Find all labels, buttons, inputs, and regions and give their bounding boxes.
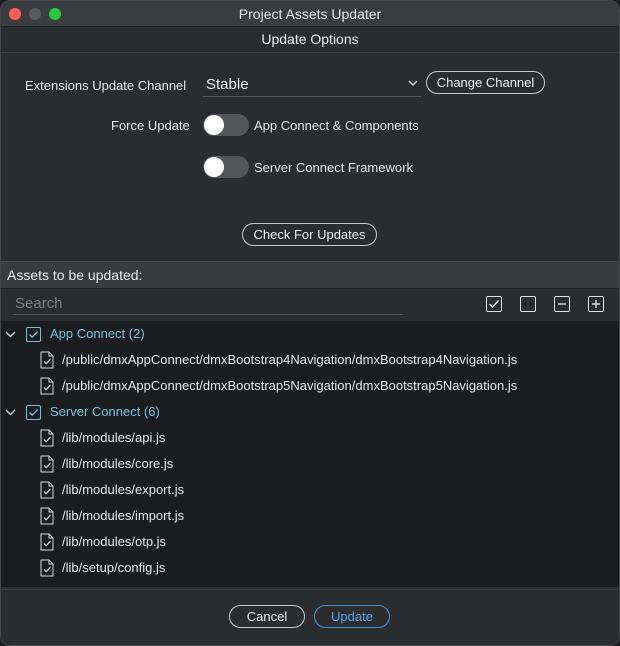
channel-select[interactable]: Stable xyxy=(203,73,421,97)
tree-file-row[interactable]: /lib/modules/import.js xyxy=(1,503,619,529)
server-connect-toggle-label: Server Connect Framework xyxy=(254,160,413,175)
channel-label: Extensions Update Channel xyxy=(25,78,187,93)
tree-file-row[interactable]: /lib/setup/config.js xyxy=(1,555,619,581)
chevron-down-icon xyxy=(408,80,418,87)
file-check-icon[interactable] xyxy=(40,481,54,499)
toggle-knob xyxy=(204,157,224,177)
file-check-icon[interactable] xyxy=(40,455,54,473)
tree-file-row[interactable]: /lib/modules/otp.js xyxy=(1,529,619,555)
window-title: Project Assets Updater xyxy=(238,6,382,22)
change-channel-button[interactable]: Change Channel xyxy=(426,71,545,94)
checkbox-checked-icon[interactable] xyxy=(26,327,41,342)
checkbox-checked-icon[interactable] xyxy=(26,405,41,420)
expand-all-icon[interactable] xyxy=(588,296,604,312)
tree-file-row[interactable]: /public/dmxAppConnect/dmxBootstrap4Navig… xyxy=(1,347,619,373)
check-for-updates-button[interactable]: Check For Updates xyxy=(242,223,377,246)
file-check-icon[interactable] xyxy=(40,351,54,369)
uncheck-all-icon[interactable] xyxy=(520,296,536,312)
tree-file-path: /lib/modules/api.js xyxy=(62,430,166,445)
tree-file-path: /public/dmxAppConnect/dmxBootstrap5Navig… xyxy=(62,378,518,393)
tree-file-path: /public/dmxAppConnect/dmxBootstrap4Navig… xyxy=(62,352,518,367)
collapse-all-icon[interactable] xyxy=(554,296,570,312)
tree-file-path: /lib/modules/export.js xyxy=(62,482,185,497)
dialog-footer: Cancel Update xyxy=(1,589,619,645)
tree-group-label: App Connect (2) xyxy=(50,326,145,341)
file-check-icon[interactable] xyxy=(40,429,54,447)
tree-file-row[interactable]: /public/dmxAppConnect/dmxBootstrap5Navig… xyxy=(1,373,619,399)
tree-group-app-connect[interactable]: App Connect (2) xyxy=(1,321,619,347)
update-options-panel: Extensions Update Channel Stable Change … xyxy=(1,53,619,261)
file-check-icon[interactable] xyxy=(40,533,54,551)
search-input[interactable]: Search xyxy=(13,293,403,315)
toggle-knob xyxy=(204,115,224,135)
assets-tree: App Connect (2) /public/dmxAppConnect/dm… xyxy=(1,321,619,587)
update-button[interactable]: Update xyxy=(314,605,390,628)
chevron-down-icon[interactable] xyxy=(5,329,16,340)
assets-toolbar: Search xyxy=(1,289,619,321)
search-placeholder: Search xyxy=(15,295,63,312)
tree-file-path: /lib/setup/config.js xyxy=(62,560,166,575)
force-update-label: Force Update xyxy=(111,118,190,133)
tree-file-row[interactable]: /lib/modules/api.js xyxy=(1,425,619,451)
tree-file-path: /lib/modules/core.js xyxy=(62,456,174,471)
updater-window: Project Assets Updater Update Options Ex… xyxy=(0,0,620,646)
title-bar[interactable]: Project Assets Updater xyxy=(1,1,619,27)
server-connect-toggle[interactable] xyxy=(203,156,249,178)
tree-file-row[interactable]: /lib/modules/export.js xyxy=(1,477,619,503)
app-connect-toggle[interactable] xyxy=(203,114,249,136)
assets-section-title: Assets to be updated: xyxy=(1,261,619,289)
cancel-button[interactable]: Cancel xyxy=(229,605,305,628)
channel-select-value: Stable xyxy=(206,76,249,93)
file-check-icon[interactable] xyxy=(40,559,54,577)
chevron-down-icon[interactable] xyxy=(5,407,16,418)
tree-file-path: /lib/modules/otp.js xyxy=(62,534,167,549)
file-check-icon[interactable] xyxy=(40,507,54,525)
app-connect-toggle-label: App Connect & Components xyxy=(254,118,419,133)
page-title: Update Options xyxy=(1,27,619,53)
tree-file-path: /lib/modules/import.js xyxy=(62,508,185,523)
file-check-icon[interactable] xyxy=(40,377,54,395)
check-all-icon[interactable] xyxy=(486,296,502,312)
tree-group-label: Server Connect (6) xyxy=(50,404,160,419)
tree-group-server-connect[interactable]: Server Connect (6) xyxy=(1,399,619,425)
tree-file-row[interactable]: /lib/modules/core.js xyxy=(1,451,619,477)
